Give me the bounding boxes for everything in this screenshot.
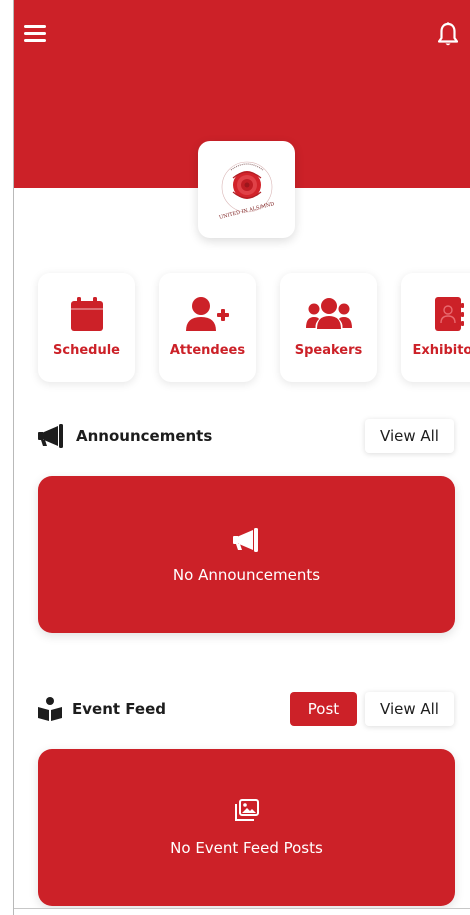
empty-state-text: No Event Feed Posts — [170, 839, 323, 857]
announcements-empty-state: No Announcements — [38, 476, 455, 633]
event-feed-post-button[interactable]: Post — [290, 692, 357, 726]
logo-caption: UNITED IN ALS/MND — [218, 201, 274, 221]
section-title: Announcements — [76, 427, 213, 445]
event-logo-emblem: UNITED IN ALS/MND — [218, 161, 274, 221]
megaphone-icon — [232, 528, 258, 552]
add-user-icon — [185, 297, 229, 331]
event-feed-empty-state: No Event Feed Posts — [38, 749, 455, 906]
bell-icon — [438, 22, 458, 46]
quick-link-attendees[interactable]: Attendees — [159, 273, 256, 382]
quick-link-label: Schedule — [53, 343, 120, 358]
menu-button[interactable] — [22, 22, 48, 44]
quick-link-speakers[interactable]: Speakers — [280, 273, 377, 382]
event-logo: UNITED IN ALS/MND — [198, 141, 295, 238]
calendar-icon — [70, 297, 103, 331]
reader-icon — [38, 697, 62, 721]
megaphone-icon — [38, 424, 63, 448]
announcements-view-all-button[interactable]: View All — [365, 419, 454, 453]
event-feed-header: Event Feed — [38, 697, 166, 721]
users-group-icon — [305, 298, 352, 329]
frame-bottom-edge — [14, 908, 470, 915]
quick-link-label: Attendees — [169, 343, 246, 358]
notifications-button[interactable] — [434, 20, 462, 50]
quick-link-exhibitors[interactable]: Exhibitors — [401, 273, 470, 382]
quick-link-label: Exhibitors — [412, 343, 470, 358]
frame-left-edge — [0, 0, 14, 915]
section-title: Event Feed — [72, 700, 166, 718]
hamburger-menu-icon — [24, 25, 46, 42]
empty-state-text: No Announcements — [172, 566, 321, 584]
quick-link-schedule[interactable]: Schedule — [38, 273, 135, 382]
event-feed-view-all-button[interactable]: View All — [365, 692, 454, 726]
quick-link-label: Speakers — [294, 343, 363, 358]
address-book-icon — [434, 297, 464, 331]
announcements-header: Announcements — [38, 424, 212, 448]
images-icon — [234, 799, 259, 821]
